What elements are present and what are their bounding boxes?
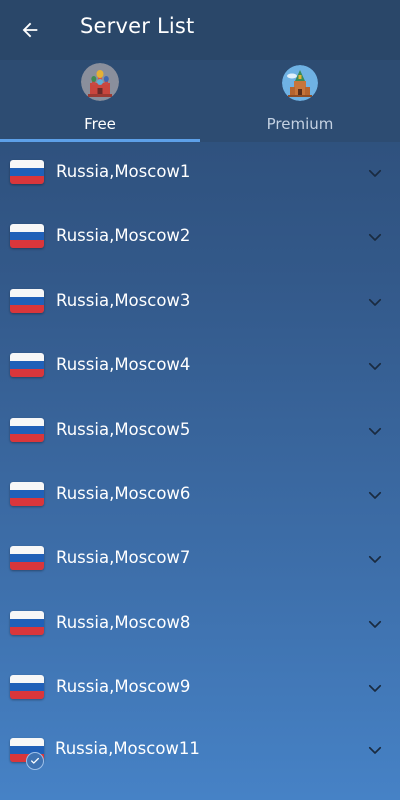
page-title: Server List [80, 14, 195, 38]
tab-bar: Free Premium [0, 60, 400, 142]
chevron-down-icon[interactable] [366, 679, 384, 697]
tab-free[interactable]: Free [0, 60, 200, 142]
server-row[interactable]: Russia,Moscow1 [0, 142, 400, 206]
kremlin-tower-icon [282, 65, 318, 101]
server-name: Russia,Moscow8 [56, 612, 191, 632]
chevron-down-icon[interactable] [366, 615, 384, 633]
server-row[interactable]: Russia,Moscow5 [0, 400, 400, 464]
chevron-down-icon[interactable] [366, 228, 384, 246]
server-name: Russia,Moscow9 [56, 677, 191, 697]
russia-flag-icon [10, 481, 44, 506]
back-button[interactable] [12, 12, 48, 48]
saint-basil-cathedral-icon [81, 63, 119, 101]
arrow-left-icon [22, 22, 38, 38]
russia-flag-icon [10, 610, 44, 635]
russia-flag-icon [10, 417, 44, 442]
server-name: Russia,Moscow11 [55, 738, 200, 758]
server-row[interactable]: Russia,Moscow3 [0, 271, 400, 335]
server-row[interactable]: Russia,Moscow6 [0, 464, 400, 528]
chevron-down-icon[interactable] [366, 741, 384, 759]
tab-premium-label: Premium [266, 115, 334, 133]
chevron-down-icon[interactable] [366, 422, 384, 440]
server-name: Russia,Moscow5 [56, 419, 191, 439]
server-row[interactable]: Russia,Moscow9 [0, 657, 400, 721]
server-name: Russia,Moscow7 [56, 548, 191, 568]
russia-flag-icon [10, 224, 44, 249]
server-name: Russia,Moscow3 [56, 290, 191, 310]
server-row[interactable]: Russia,Moscow2 [0, 206, 400, 270]
server-name: Russia,Moscow1 [56, 162, 191, 181]
tab-premium[interactable]: Premium [200, 60, 400, 142]
server-row[interactable]: Russia,Moscow7 [0, 528, 400, 592]
server-row-selected[interactable]: Russia,Moscow11 [0, 722, 400, 782]
server-list: Russia,Moscow1 Russia,Moscow2 Russia,Mos… [0, 142, 400, 782]
chevron-down-icon[interactable] [366, 550, 384, 568]
check-icon [26, 751, 44, 770]
server-name: Russia,Moscow6 [56, 483, 191, 503]
chevron-down-icon[interactable] [366, 164, 384, 182]
russia-flag-icon [10, 288, 44, 313]
server-row[interactable]: Russia,Moscow8 [0, 593, 400, 657]
tab-free-label: Free [84, 115, 116, 133]
server-name: Russia,Moscow4 [56, 355, 191, 375]
chevron-down-icon[interactable] [366, 357, 384, 375]
russia-flag-icon [10, 160, 44, 184]
server-row[interactable]: Russia,Moscow4 [0, 335, 400, 399]
server-name: Russia,Moscow2 [56, 226, 191, 246]
chevron-down-icon[interactable] [366, 486, 384, 504]
russia-flag-icon [10, 546, 44, 571]
chevron-down-icon[interactable] [366, 293, 384, 311]
russia-flag-icon [10, 675, 44, 700]
app-header: Server List [0, 0, 400, 60]
russia-flag-icon [10, 353, 44, 378]
